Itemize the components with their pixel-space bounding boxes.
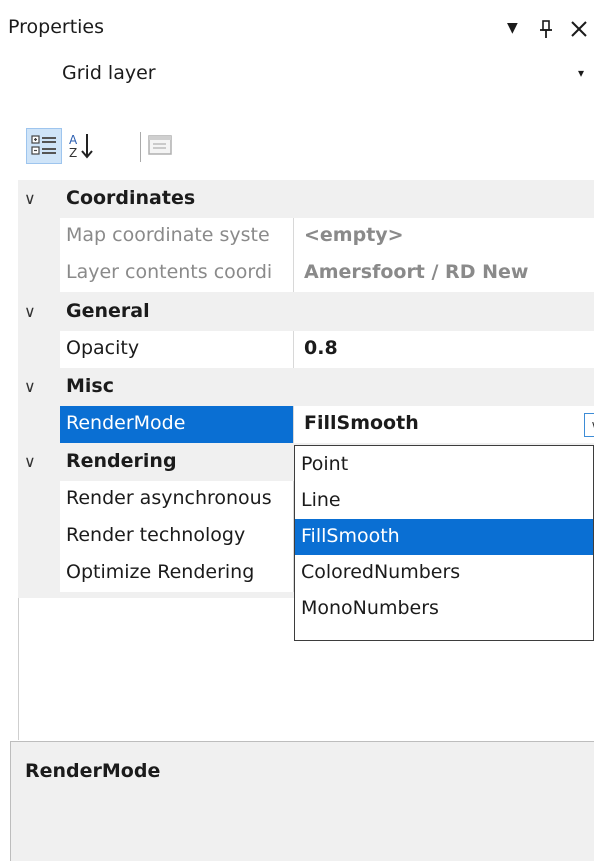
- dropdown-button[interactable]: ∨: [584, 413, 594, 437]
- property-row-layer-contents-coordinate[interactable]: Layer contents coordi Amersfoort / RD Ne…: [18, 255, 594, 292]
- property-label: Render asynchronous: [66, 487, 272, 509]
- svg-text:Z: Z: [69, 146, 77, 160]
- property-label: Render technology: [66, 524, 246, 546]
- property-row-rendermode[interactable]: RenderMode FillSmooth ∨: [18, 406, 594, 443]
- category-label: General: [66, 300, 150, 322]
- category-label: Coordinates: [66, 187, 196, 209]
- dropdown-triangle-icon[interactable]: ▼: [507, 20, 518, 36]
- property-row-map-coordinate-system[interactable]: Map coordinate syste <empty>: [18, 218, 594, 255]
- chevron-down-icon[interactable]: ∨: [24, 302, 36, 321]
- description-pane: RenderMode: [10, 741, 594, 861]
- categorized-icon: [31, 135, 56, 155]
- chevron-down-icon[interactable]: ∨: [24, 377, 36, 396]
- chevron-down-icon[interactable]: ∨: [24, 452, 36, 471]
- svg-text:A: A: [69, 133, 78, 147]
- category-label: Misc: [66, 375, 114, 397]
- dropdown-option-mononumbers[interactable]: MonoNumbers: [295, 591, 593, 627]
- property-pages-icon: [148, 135, 172, 155]
- property-label: Map coordinate syste: [66, 224, 270, 246]
- category-coordinates[interactable]: ∨ Coordinates: [18, 181, 594, 218]
- pin-icon[interactable]: [537, 18, 557, 42]
- sort-az-icon: A Z: [69, 133, 93, 160]
- property-pages-button[interactable]: [146, 130, 182, 166]
- alphabetical-view-button[interactable]: A Z: [66, 128, 102, 164]
- property-value[interactable]: 0.8: [304, 337, 338, 359]
- property-label: RenderMode: [66, 412, 186, 434]
- description-title: RenderMode: [25, 760, 161, 782]
- categorized-view-button[interactable]: [26, 128, 62, 164]
- object-selector[interactable]: Grid layer: [62, 62, 156, 84]
- property-value: <empty>: [304, 224, 404, 246]
- property-row-opacity[interactable]: Opacity 0.8: [18, 331, 594, 368]
- panel-title: Properties: [8, 16, 105, 38]
- property-label: Opacity: [66, 337, 140, 359]
- property-value[interactable]: FillSmooth: [304, 412, 419, 434]
- property-label: Optimize Rendering: [66, 561, 255, 583]
- dropdown-option-fillsmooth[interactable]: FillSmooth: [295, 519, 593, 555]
- rendermode-dropdown-list: Point Line FillSmooth ColoredNumbers Mon…: [294, 445, 594, 641]
- property-value: Amersfoort / RD New: [304, 261, 529, 283]
- close-icon[interactable]: [568, 18, 590, 40]
- dropdown-option-point[interactable]: Point: [295, 447, 593, 483]
- chevron-down-icon[interactable]: ∨: [24, 189, 36, 208]
- property-label: Layer contents coordi: [66, 261, 273, 283]
- category-general[interactable]: ∨ General: [18, 294, 594, 331]
- toolbar: A Z: [24, 128, 172, 168]
- category-label: Rendering: [66, 450, 177, 472]
- dropdown-option-line[interactable]: Line: [295, 483, 593, 519]
- toolbar-separator: [140, 132, 141, 162]
- category-misc[interactable]: ∨ Misc: [18, 369, 594, 406]
- chevron-down-icon[interactable]: ▾: [578, 66, 584, 80]
- dropdown-option-colorednumbers[interactable]: ColoredNumbers: [295, 555, 593, 591]
